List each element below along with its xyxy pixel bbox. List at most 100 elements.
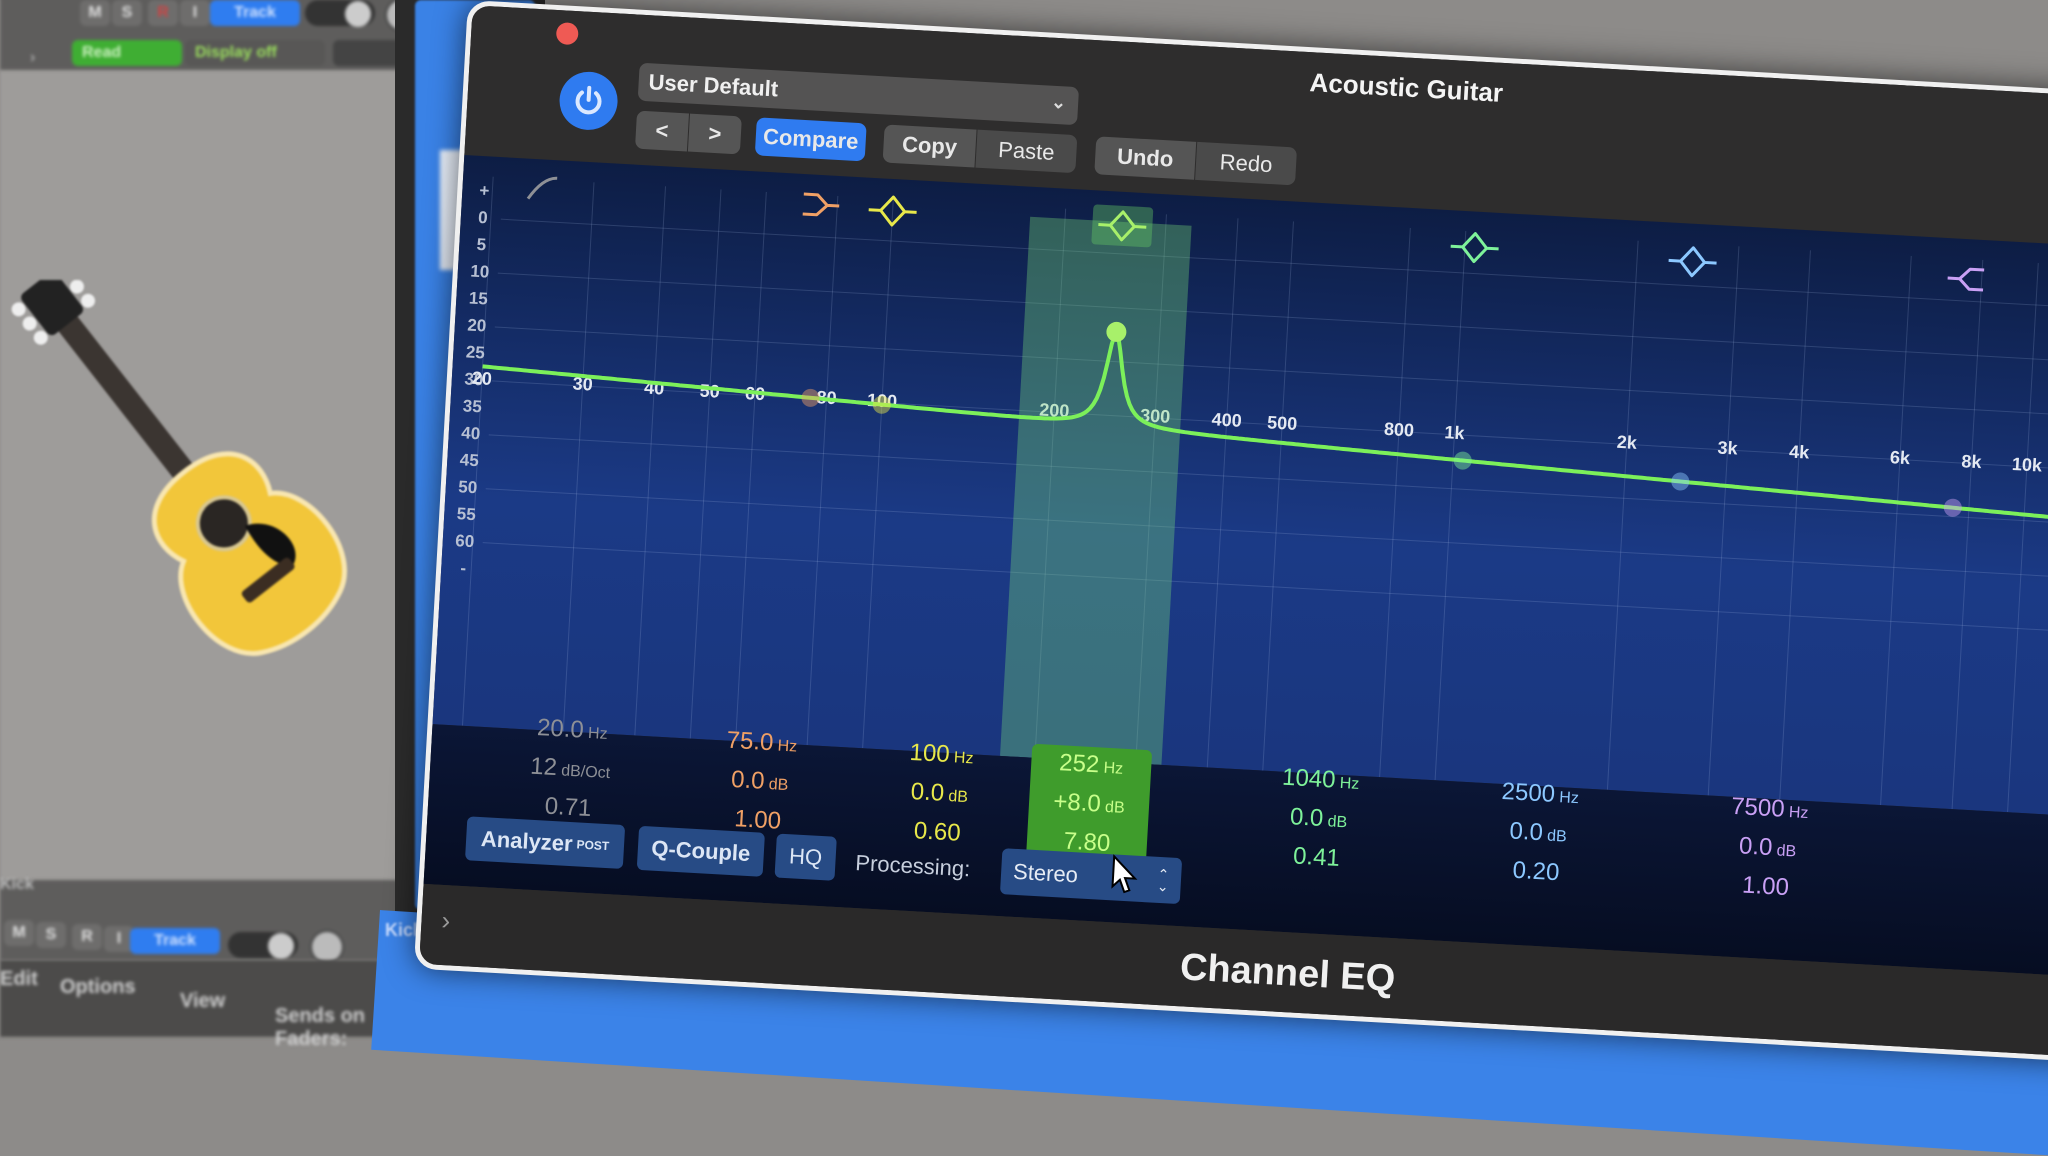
track-button[interactable]: Track	[210, 0, 300, 26]
grid-line	[806, 195, 839, 746]
band-3-parameters[interactable]: 100 Hz 0.0 dB 0.60	[876, 733, 1002, 854]
low-shelf-icon[interactable]	[802, 192, 840, 217]
mouse-cursor-icon	[1111, 854, 1138, 894]
gain-value[interactable]: 0.0 dB	[878, 772, 1000, 818]
undo-button[interactable]: Undo	[1094, 136, 1197, 180]
record-button[interactable]: R	[72, 924, 102, 950]
grid-line	[1779, 250, 1811, 800]
frequency-value[interactable]: 75.0 Hz	[701, 721, 823, 767]
high-shelf-icon[interactable]	[1947, 267, 1985, 292]
band-handle-6[interactable]	[1671, 472, 1690, 491]
db-scale-label: 45	[459, 450, 479, 470]
hq-button[interactable]: HQ	[774, 833, 837, 881]
view-menu[interactable]: View	[180, 990, 225, 1013]
automation-display-select[interactable]: Display off	[185, 40, 325, 66]
bell-icon[interactable]	[1450, 232, 1499, 264]
paste-button[interactable]: Paste	[975, 129, 1078, 174]
eq-graph-canvas[interactable]: +051015202530354045505560-20 30 40 50 60 80 10…	[433, 155, 2048, 819]
pan-knob[interactable]	[310, 930, 344, 964]
close-window-button[interactable]	[555, 21, 579, 46]
record-button[interactable]: R	[148, 0, 178, 26]
gain-value[interactable]: 12 dB/Oct	[509, 748, 631, 794]
q-value[interactable]: 0.60	[876, 811, 998, 854]
frequency-value-number: 100	[908, 738, 951, 769]
window-title: Acoustic Guitar	[1308, 67, 1504, 108]
acoustic-guitar-track-icon	[11, 280, 347, 656]
track-on-toggle[interactable]	[305, 0, 375, 27]
solo-button[interactable]: S	[36, 922, 66, 948]
gain-value-number: +8.0	[1052, 787, 1102, 818]
track-on-toggle[interactable]	[228, 932, 298, 959]
freq-scale-label: 400	[1211, 409, 1242, 431]
q-value[interactable]: 0.20	[1475, 851, 1597, 894]
frequency-value-unit: Hz	[1554, 788, 1580, 808]
frequency-value[interactable]: 2500 Hz	[1479, 773, 1601, 819]
processing-select[interactable]: Stereo ⌃ ⌄	[999, 848, 1183, 905]
compare-button[interactable]: Compare	[754, 117, 867, 162]
grid-line	[735, 191, 767, 742]
gain-value[interactable]: 0.0 dB	[1707, 827, 1829, 873]
mute-button[interactable]: M	[80, 0, 110, 26]
band-4-parameters[interactable]: 252 Hz +8.0 dB 7.80	[1026, 743, 1153, 865]
band-5-parameters[interactable]: 1040 Hz 0.0 dB 0.41	[1256, 758, 1382, 879]
grid-line	[562, 182, 595, 732]
frequency-value[interactable]: 7500 Hz	[1709, 788, 1831, 834]
analyzer-button[interactable]: Analyzer POST	[464, 816, 626, 869]
gain-value[interactable]: 0.0 dB	[1258, 797, 1380, 843]
input-monitor-button[interactable]: I	[180, 0, 210, 26]
grid-line	[2007, 263, 2039, 813]
freq-scale-label: 6k	[1889, 447, 1911, 468]
db-scale-label: 40	[461, 423, 481, 443]
frequency-value[interactable]: 20.0 Hz	[511, 709, 633, 755]
edit-menu[interactable]: Edit	[0, 968, 38, 991]
gain-value-number: 12	[529, 752, 558, 782]
preset-name: User Default	[648, 69, 779, 102]
expand-chevron-icon[interactable]: ›	[441, 905, 451, 936]
db-scale-label: 50	[458, 477, 478, 497]
track-name: Kick	[0, 876, 34, 893]
db-scale-label: 15	[468, 289, 488, 309]
band-2-parameters[interactable]: 75.0 Hz 0.0 dB 1.00	[697, 721, 823, 842]
band-7-parameters[interactable]: 7500 Hz 0.0 dB 1.00	[1705, 788, 1831, 909]
mute-button[interactable]: M	[4, 920, 34, 946]
band-handle-7[interactable]	[1943, 498, 1962, 517]
band-6-parameters[interactable]: 2500 Hz 0.0 dB 0.20	[1475, 773, 1601, 894]
frequency-value[interactable]: 100 Hz	[881, 733, 1003, 779]
automation-mode-select[interactable]: Read	[72, 40, 182, 66]
track-button[interactable]: Track	[130, 928, 220, 954]
frequency-value[interactable]: 252 Hz	[1030, 744, 1152, 790]
redo-button[interactable]: Redo	[1195, 141, 1298, 186]
band-1-parameters[interactable]: 20.0 Hz 12 dB/Oct 0.71	[507, 709, 633, 830]
freq-scale-label: 500	[1267, 412, 1298, 434]
grid-line	[494, 326, 2048, 421]
solo-button[interactable]: S	[112, 0, 142, 26]
band-handle-5[interactable]	[1453, 451, 1472, 470]
gain-value-number: 0.0	[910, 777, 945, 807]
frequency-value-unit: Hz	[1783, 803, 1809, 823]
gain-value[interactable]: 0.0 dB	[1477, 812, 1599, 858]
grid-line	[500, 218, 2048, 313]
low-cut-icon[interactable]	[526, 176, 558, 201]
bypass-power-button[interactable]	[557, 70, 620, 132]
disclosure-chevron-icon[interactable]: ›	[30, 45, 35, 71]
grid-line	[689, 189, 722, 739]
selected-band-range	[998, 216, 1192, 795]
freq-scale-label: 800	[1383, 419, 1414, 441]
eq-graph[interactable]: +0 5 10 15 20 25 30 35 40 45 50 55 60-20 30 40 50 60 80 10…	[432, 155, 2048, 820]
db-scale-label: +	[479, 181, 490, 201]
previous-preset-button[interactable]: <	[634, 110, 690, 152]
q-couple-button[interactable]: Q-Couple	[636, 825, 765, 877]
freq-scale-label: 20	[471, 368, 492, 389]
bell-icon[interactable]	[1668, 246, 1717, 278]
next-preset-button[interactable]: >	[687, 113, 742, 155]
q-value[interactable]: 0.41	[1256, 836, 1378, 879]
copy-button[interactable]: Copy	[882, 124, 977, 168]
gain-value-unit: dB	[763, 775, 789, 795]
frequency-value[interactable]: 1040 Hz	[1260, 758, 1382, 804]
chevron-down-icon: ⌄	[1050, 91, 1067, 113]
power-icon	[575, 85, 602, 115]
gain-value[interactable]: +8.0 dB	[1028, 783, 1150, 829]
gain-value[interactable]: 0.0 dB	[699, 760, 821, 806]
options-menu[interactable]: Options	[60, 976, 136, 999]
q-value[interactable]: 1.00	[1705, 865, 1827, 908]
